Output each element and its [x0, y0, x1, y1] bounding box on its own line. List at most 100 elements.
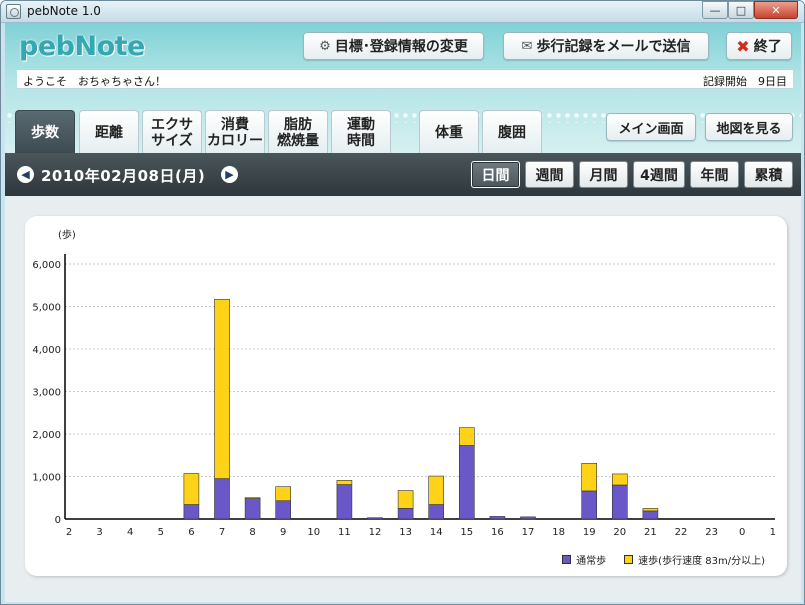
next-date-arrow-icon[interactable]: ▶	[221, 166, 238, 183]
legend-fast-swatch	[624, 555, 634, 564]
prev-date-arrow-icon[interactable]: ◀	[17, 166, 34, 183]
x-tick-label: 11	[338, 527, 351, 538]
x-tick-label: 15	[460, 527, 473, 538]
bar-normal-21	[642, 510, 659, 520]
minimize-button[interactable]: —	[702, 1, 728, 19]
period-cumulative-button[interactable]: 累積	[744, 161, 793, 188]
gear-icon: ⚙	[319, 38, 331, 54]
tab-calories-label-2: カロリー	[207, 132, 263, 149]
bar-fast-19	[581, 463, 598, 492]
x-tick-label: 0	[739, 527, 745, 538]
view-map-button-label: 地図を見る	[716, 121, 782, 137]
period-4weeks-button[interactable]: 4週間	[633, 161, 685, 188]
main-screen-button[interactable]: メイン画面	[606, 113, 696, 141]
bar-fast-6	[183, 473, 200, 505]
x-tick-label: 4	[127, 527, 133, 538]
bar-normal-7	[214, 478, 230, 520]
bar-fast-14	[428, 475, 445, 505]
legend-normal-label: 通常歩	[576, 556, 607, 567]
tab-steps-label: 歩数	[31, 124, 59, 141]
maximize-button[interactable]: □	[728, 1, 754, 19]
x-tick-label: 19	[583, 527, 596, 538]
bar-fast-7	[214, 298, 230, 479]
period-yearly-label: 年間	[700, 167, 729, 184]
title-bar: pebNote 1.0 — □ ✕	[1, 1, 804, 23]
app-header: pebNote ⚙ 目標･登録情報の変更 ✉ 歩行記録をメールで送信 ✖ 終了 …	[5, 23, 801, 154]
chart-area: 0 1,000 2,000 3,000 4,000 5,000 6,000 (歩) 2 3 4 5 6 7…	[5, 196, 801, 602]
bar-fast-11	[336, 480, 353, 485]
tab-distance-label: 距離	[95, 124, 123, 141]
x-tick-label: 5	[158, 527, 164, 538]
tab-waist[interactable]: 腹囲	[482, 110, 542, 154]
x-tick-label: 14	[430, 527, 443, 538]
tab-distance[interactable]: 距離	[79, 110, 139, 154]
app-window: pebNote 1.0 — □ ✕ pebNote ⚙ 目標･登録情報の変更 ✉…	[0, 0, 805, 605]
bar-normal-6	[183, 504, 200, 520]
tab-exercise-time-label-2: 時間	[347, 132, 375, 149]
period-weekly-button[interactable]: 週間	[525, 161, 574, 188]
legend-normal-swatch	[562, 555, 572, 564]
window-title: pebNote 1.0	[27, 4, 101, 18]
bar-fast-13	[397, 490, 414, 509]
tab-exercise-time[interactable]: 運動 時間	[331, 110, 391, 154]
tab-weight[interactable]: 体重	[419, 110, 479, 154]
tab-exercise-time-label-1: 運動	[347, 116, 375, 133]
send-mail-button[interactable]: ✉ 歩行記録をメールで送信	[503, 32, 709, 60]
x-tick-label: 22	[675, 527, 688, 538]
settings-button[interactable]: ⚙ 目標･登録情報の変更	[303, 32, 484, 60]
window-controls: — □ ✕	[702, 1, 798, 19]
bar-fast-21	[642, 508, 659, 512]
x-tick-label: 16	[491, 527, 504, 538]
close-button[interactable]: ✕	[754, 1, 798, 19]
y-tick-label: 2,000	[32, 430, 61, 441]
period-yearly-button[interactable]: 年間	[690, 161, 739, 188]
app-logo: pebNote	[19, 31, 145, 62]
period-monthly-button[interactable]: 月間	[579, 161, 628, 188]
period-4weeks-label: 4週間	[640, 167, 678, 184]
tab-calories[interactable]: 消費 カロリー	[205, 110, 265, 154]
tab-exercise[interactable]: エクサ サイズ	[142, 110, 202, 154]
bar-fast-8	[244, 497, 261, 499]
y-tick-label: 3,000	[32, 388, 61, 399]
x-tick-label: 20	[613, 527, 626, 538]
x-tick-label: 3	[96, 527, 102, 538]
x-tick-label: 9	[280, 527, 286, 538]
x-tick-label: 13	[399, 527, 412, 538]
x-tick-label: 17	[522, 527, 535, 538]
y-tick-label: 4,000	[32, 345, 61, 356]
tab-steps[interactable]: 歩数	[15, 110, 75, 154]
exit-button[interactable]: ✖ 終了	[726, 32, 792, 60]
bar-normal-13	[397, 508, 414, 520]
bar-fast-15	[458, 427, 475, 446]
bar-normal-14	[428, 504, 445, 520]
x-tick-label: 6	[188, 527, 194, 538]
x-tick-label: 10	[307, 527, 320, 538]
tab-weight-label: 体重	[435, 124, 463, 141]
record-days-text: 記録開始 9日目	[703, 75, 787, 88]
view-map-button[interactable]: 地図を見る	[705, 113, 793, 141]
x-tick-label: 21	[644, 527, 657, 538]
close-x-icon: ✖	[736, 36, 750, 56]
bar-normal-12	[367, 517, 383, 520]
send-mail-button-label: 歩行記録をメールで送信	[536, 39, 691, 55]
x-tick-label: 12	[369, 527, 382, 538]
period-daily-button[interactable]: 日間	[471, 161, 520, 188]
tab-fat-burn-label-2: 燃焼量	[277, 132, 319, 149]
main-screen-button-label: メイン画面	[618, 121, 684, 137]
bar-normal-20	[611, 484, 628, 520]
envelope-icon: ✉	[521, 38, 533, 54]
x-tick-label: 1	[770, 527, 776, 538]
tab-fat-burn[interactable]: 脂肪 燃焼量	[268, 110, 328, 154]
bar-normal-9	[275, 500, 291, 520]
exit-button-label: 終了	[753, 39, 782, 55]
y-tick-label: 6,000	[32, 260, 61, 271]
y-tick-label: 1,000	[32, 473, 61, 484]
chart-panel: 0 1,000 2,000 3,000 4,000 5,000 6,000 (歩) 2 3 4 5 6 7…	[25, 216, 787, 576]
tab-exercise-label-1: エクサ	[151, 116, 193, 133]
welcome-bar: ようこそ おちゃちゃさん！ 記録開始 9日目	[17, 69, 793, 89]
bar-fast-9	[275, 486, 291, 502]
welcome-text: ようこそ おちゃちゃさん！	[23, 75, 166, 88]
y-tick-label: 0	[55, 515, 61, 526]
app-icon	[6, 4, 21, 19]
step-count-chart: 01,0002,0003,0004,0005,0006,000(歩)2 3 4 5 6 7…	[32, 228, 776, 538]
